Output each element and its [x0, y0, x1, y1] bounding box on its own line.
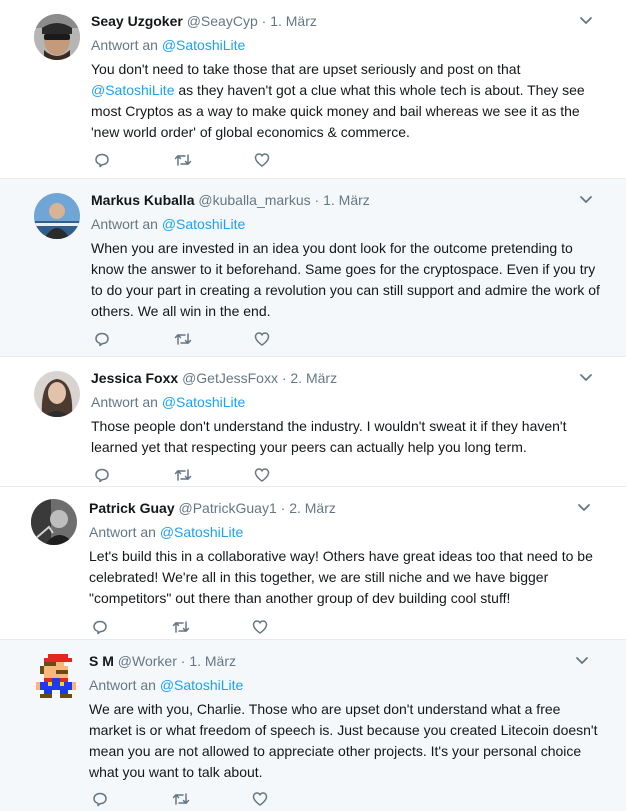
separator-dot: ·: [180, 653, 186, 669]
author-name[interactable]: Patrick Guay: [89, 500, 175, 516]
chevron-down-icon[interactable]: [574, 652, 590, 668]
reply-prefix: Antwort an: [91, 37, 158, 53]
tweet-text: When you are invested in an idea you don…: [91, 240, 600, 319]
chevron-down-icon[interactable]: [578, 369, 594, 385]
reply-context: Antwort an @SatoshiLite: [91, 393, 606, 411]
tweet-date[interactable]: 1. März: [189, 653, 236, 669]
tweet-text: We are with you, Charlie. Those who are …: [89, 701, 598, 780]
like-heart-icon[interactable]: [252, 619, 268, 635]
separator-dot: ·: [314, 192, 320, 208]
like-heart-icon[interactable]: [254, 467, 270, 483]
tweet-date[interactable]: 2. März: [290, 370, 337, 386]
tweet-text: Let's build this in a collaborative way!…: [89, 548, 593, 606]
reply-context: Antwort an @SatoshiLite: [91, 215, 606, 233]
avatar[interactable]: [34, 14, 80, 60]
separator-dot: ·: [280, 500, 286, 516]
reply-icon[interactable]: [92, 619, 108, 635]
reply-mention-link[interactable]: @SatoshiLite: [162, 216, 245, 232]
reply-icon[interactable]: [94, 152, 110, 168]
author-handle[interactable]: @Worker: [118, 653, 177, 669]
avatar[interactable]: [36, 654, 76, 698]
author-handle[interactable]: @GetJessFoxx: [182, 370, 278, 386]
reply-prefix: Antwort an: [91, 394, 158, 410]
reply-context: Antwort an @SatoshiLite: [91, 36, 606, 54]
author-name[interactable]: Jessica Foxx: [91, 370, 178, 386]
reply-mention-link[interactable]: @SatoshiLite: [160, 677, 243, 693]
chevron-down-icon[interactable]: [578, 191, 594, 207]
tweet[interactable]: Patrick Guay @PatrickGuay1 · 2. März Ant…: [0, 487, 626, 640]
retweet-icon[interactable]: [172, 619, 190, 635]
retweet-icon[interactable]: [174, 331, 192, 347]
tweet-date[interactable]: 1. März: [270, 13, 317, 29]
reply-icon[interactable]: [94, 331, 110, 347]
reply-mention-link[interactable]: @SatoshiLite: [160, 524, 243, 540]
reply-prefix: Antwort an: [91, 216, 158, 232]
tweet[interactable]: Jessica Foxx @GetJessFoxx · 2. März Antw…: [0, 357, 626, 487]
retweet-icon[interactable]: [172, 791, 190, 807]
reply-prefix: Antwort an: [89, 677, 156, 693]
tweet-mention-link[interactable]: @SatoshiLite: [91, 82, 174, 98]
author-name[interactable]: Seay Uzgoker: [91, 13, 183, 29]
author-handle[interactable]: @PatrickGuay1: [179, 500, 277, 516]
tweet-text-part: You don't need to take those that are up…: [91, 61, 521, 77]
author-name[interactable]: S M: [89, 653, 114, 669]
reply-icon[interactable]: [92, 791, 108, 807]
retweet-icon[interactable]: [174, 152, 192, 168]
reply-context: Antwort an @SatoshiLite: [89, 523, 606, 541]
tweet-date[interactable]: 1. März: [323, 192, 370, 208]
tweet[interactable]: S M @Worker · 1. März Antwort an @Satosh…: [0, 640, 626, 811]
like-heart-icon[interactable]: [252, 791, 268, 807]
tweet[interactable]: Seay Uzgoker @SeayCyp · 1. März Antwort …: [0, 0, 626, 179]
retweet-icon[interactable]: [174, 467, 192, 483]
like-heart-icon[interactable]: [254, 152, 270, 168]
reply-context: Antwort an @SatoshiLite: [89, 676, 606, 694]
avatar[interactable]: [34, 371, 80, 417]
tweet-text: You don't need to take those that are up…: [91, 59, 606, 143]
chevron-down-icon[interactable]: [576, 499, 592, 515]
chevron-down-icon[interactable]: [578, 12, 594, 28]
separator-dot: ·: [261, 13, 267, 29]
like-heart-icon[interactable]: [254, 331, 270, 347]
tweet[interactable]: Markus Kuballa @kuballa_markus · 1. März…: [0, 179, 626, 357]
tweet-text: Those people don't understand the indust…: [91, 418, 567, 455]
reply-prefix: Antwort an: [89, 524, 156, 540]
reply-mention-link[interactable]: @SatoshiLite: [162, 394, 245, 410]
tweet-date[interactable]: 2. März: [289, 500, 336, 516]
reply-icon[interactable]: [94, 467, 110, 483]
author-name[interactable]: Markus Kuballa: [91, 192, 194, 208]
separator-dot: ·: [281, 370, 287, 386]
avatar[interactable]: [34, 193, 80, 239]
reply-mention-link[interactable]: @SatoshiLite: [162, 37, 245, 53]
author-handle[interactable]: @kuballa_markus: [198, 192, 310, 208]
avatar[interactable]: [31, 499, 77, 545]
author-handle[interactable]: @SeayCyp: [187, 13, 258, 29]
